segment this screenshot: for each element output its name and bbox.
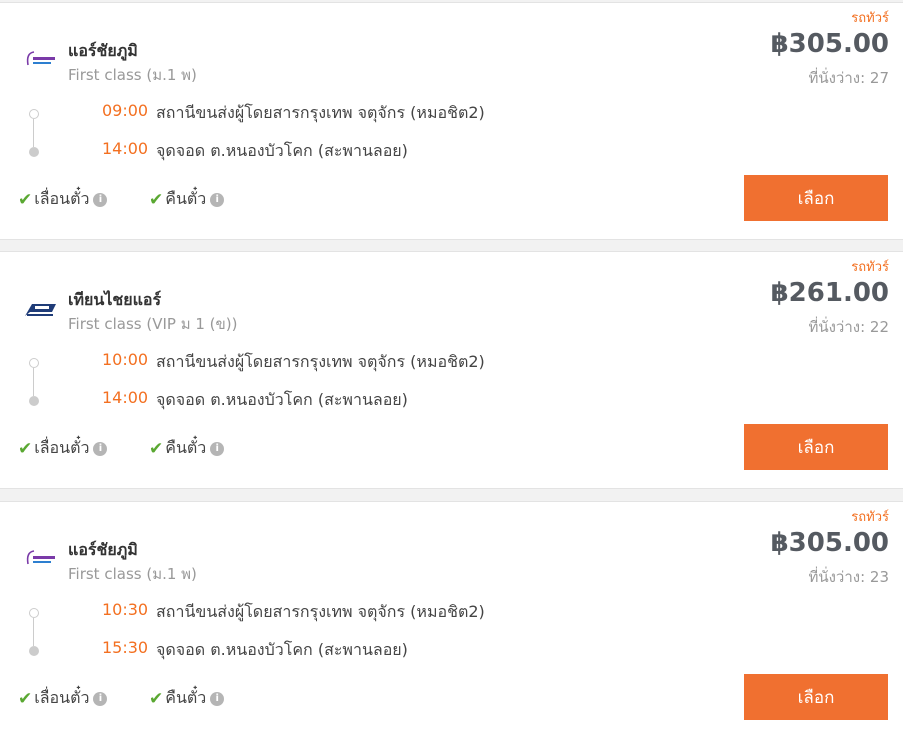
check-icon: ✔ — [18, 189, 33, 210]
operator-logo-icon — [26, 51, 55, 66]
check-icon: ✔ — [149, 189, 164, 210]
check-icon: ✔ — [18, 438, 33, 459]
ticket-price: ฿305.00 — [770, 528, 889, 558]
route-line — [33, 368, 34, 396]
departure-dot-icon — [29, 608, 39, 618]
refund-ticket-policy: ✔ คืนตั๋ว i — [149, 686, 225, 711]
route-timeline — [28, 358, 40, 406]
seat-class: First class (ม.1 พ) — [68, 565, 197, 583]
trip-card: แอร์ชัยภูมิ First class (ม.1 พ) รถทัวร์ … — [0, 2, 903, 240]
arrival-station: จุดจอด ต.หนองบัวโคก (สะพานลอย) — [156, 640, 408, 659]
change-ticket-policy: ✔ เลื่อนตั๋ว i — [18, 187, 108, 212]
vehicle-type-badge: รถทัวร์ — [851, 260, 889, 275]
departure-station: สถานีขนส่งผู้โดยสารกรุงเทพ จตุจักร (หมอช… — [156, 103, 485, 122]
info-icon[interactable]: i — [93, 441, 108, 456]
refund-ticket-label: คืนตั๋ว — [165, 438, 207, 457]
select-trip-button[interactable]: เลือก — [744, 424, 888, 470]
check-icon: ✔ — [149, 438, 164, 459]
seat-class: First class (VIP ม 1 (ข)) — [68, 315, 238, 333]
seats-available: ที่นั่งว่าง: 27 — [808, 69, 889, 87]
select-trip-button[interactable]: เลือก — [744, 175, 888, 221]
info-icon[interactable]: i — [93, 691, 108, 706]
vehicle-type-badge: รถทัวร์ — [851, 11, 889, 26]
seats-available: ที่นั่งว่าง: 22 — [808, 318, 889, 336]
ticket-price: ฿305.00 — [770, 29, 889, 59]
trip-card: แอร์ชัยภูมิ First class (ม.1 พ) รถทัวร์ … — [0, 501, 903, 736]
departure-station: สถานีขนส่งผู้โดยสารกรุงเทพ จตุจักร (หมอช… — [156, 352, 485, 371]
departure-station: สถานีขนส่งผู้โดยสารกรุงเทพ จตุจักร (หมอช… — [156, 602, 485, 621]
departure-dot-icon — [29, 358, 39, 368]
seats-available: ที่นั่งว่าง: 23 — [808, 568, 889, 586]
departure-dot-icon — [29, 109, 39, 119]
seat-class: First class (ม.1 พ) — [68, 66, 197, 84]
operator-logo-icon — [26, 550, 55, 565]
route-line — [33, 119, 34, 147]
operator-name: แอร์ชัยภูมิ — [68, 540, 138, 559]
select-trip-button[interactable]: เลือก — [744, 674, 888, 720]
arrival-time: 15:30 — [102, 638, 149, 657]
arrival-dot-icon — [29, 147, 39, 157]
arrival-dot-icon — [29, 646, 39, 656]
departure-time: 10:00 — [102, 350, 149, 369]
trip-card: เทียนไชยแอร์ First class (VIP ม 1 (ข)) ร… — [0, 251, 903, 489]
route-timeline — [28, 109, 40, 157]
info-icon[interactable]: i — [210, 691, 225, 706]
arrival-station: จุดจอด ต.หนองบัวโคก (สะพานลอย) — [156, 141, 408, 160]
arrival-station: จุดจอด ต.หนองบัวโคก (สะพานลอย) — [156, 390, 408, 409]
operator-name: เทียนไชยแอร์ — [68, 290, 162, 309]
departure-time: 10:30 — [102, 600, 149, 619]
change-ticket-label: เลื่อนตั๋ว — [34, 189, 90, 208]
route-line — [33, 618, 34, 646]
arrival-time: 14:00 — [102, 388, 149, 407]
refund-ticket-policy: ✔ คืนตั๋ว i — [149, 436, 225, 461]
vehicle-type-badge: รถทัวร์ — [851, 510, 889, 525]
arrival-dot-icon — [29, 396, 39, 406]
operator-name: แอร์ชัยภูมิ — [68, 41, 138, 60]
info-icon[interactable]: i — [93, 192, 108, 207]
info-icon[interactable]: i — [210, 192, 225, 207]
check-icon: ✔ — [18, 688, 33, 709]
info-icon[interactable]: i — [210, 441, 225, 456]
refund-ticket-label: คืนตั๋ว — [165, 189, 207, 208]
refund-ticket-label: คืนตั๋ว — [165, 688, 207, 707]
operator-logo-icon — [25, 304, 56, 316]
change-ticket-policy: ✔ เลื่อนตั๋ว i — [18, 436, 108, 461]
change-ticket-policy: ✔ เลื่อนตั๋ว i — [18, 686, 108, 711]
trip-results-list: แอร์ชัยภูมิ First class (ม.1 พ) รถทัวร์ … — [0, 0, 903, 736]
departure-time: 09:00 — [102, 101, 149, 120]
route-timeline — [28, 608, 40, 656]
ticket-price: ฿261.00 — [770, 278, 889, 308]
change-ticket-label: เลื่อนตั๋ว — [34, 438, 90, 457]
arrival-time: 14:00 — [102, 139, 149, 158]
check-icon: ✔ — [149, 688, 164, 709]
refund-ticket-policy: ✔ คืนตั๋ว i — [149, 187, 225, 212]
change-ticket-label: เลื่อนตั๋ว — [34, 688, 90, 707]
